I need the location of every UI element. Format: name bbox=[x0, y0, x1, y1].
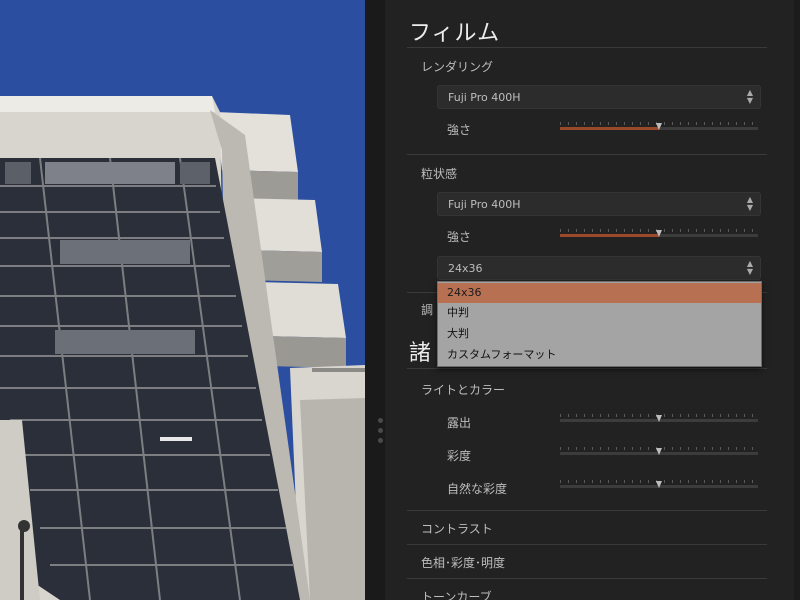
format-option-custom[interactable]: カスタムフォーマット bbox=[438, 345, 761, 365]
format-option-24x36[interactable]: 24x36 bbox=[438, 283, 761, 303]
grain-group-title[interactable]: 粒状感 bbox=[421, 165, 457, 182]
slider-thumb[interactable] bbox=[656, 481, 662, 488]
rendering-preset-value: Fuji Pro 400H bbox=[448, 91, 521, 104]
rendering-strength-label: 強さ bbox=[447, 123, 472, 137]
grain-preset-value: Fuji Pro 400H bbox=[448, 198, 521, 211]
grain-format-value: 24x36 bbox=[448, 262, 483, 275]
slider-fill bbox=[560, 234, 659, 237]
rendering-preset-select[interactable]: Fuji Pro 400H ▲ ▼ bbox=[437, 85, 761, 109]
select-arrows-icon: ▲ ▼ bbox=[746, 88, 754, 105]
rendering-group-title[interactable]: レンダリング bbox=[421, 58, 493, 75]
saturation-slider[interactable] bbox=[560, 447, 758, 461]
light-color-group-title[interactable]: ライトとカラー bbox=[421, 381, 505, 398]
film-section-title[interactable]: フィルム bbox=[409, 15, 500, 47]
hsl-group-title[interactable]: 色相･彩度･明度 bbox=[421, 554, 505, 571]
group-divider bbox=[407, 154, 767, 155]
building-photo bbox=[0, 0, 365, 600]
settings-section-title[interactable]: 諸 bbox=[409, 335, 431, 367]
select-arrows-icon: ▲ ▼ bbox=[746, 259, 754, 276]
group-divider bbox=[407, 510, 767, 511]
section-divider bbox=[407, 368, 767, 369]
panel-scrollbar[interactable] bbox=[794, 0, 800, 600]
group-divider bbox=[407, 578, 767, 579]
slider-thumb[interactable] bbox=[656, 415, 662, 422]
slider-fill bbox=[560, 127, 659, 130]
rendering-strength-slider[interactable] bbox=[560, 122, 758, 136]
exposure-label: 露出 bbox=[447, 416, 472, 430]
slider-thumb[interactable] bbox=[656, 123, 662, 130]
contrast-group-title[interactable]: コントラスト bbox=[421, 520, 493, 537]
vibrance-label: 自然な彩度 bbox=[447, 482, 508, 496]
pane-divider[interactable] bbox=[365, 0, 385, 600]
slider-thumb[interactable] bbox=[656, 448, 662, 455]
adjust-group-title[interactable]: 調 bbox=[421, 301, 433, 318]
vibrance-slider[interactable] bbox=[560, 480, 758, 494]
grain-preset-select[interactable]: Fuji Pro 400H ▲ ▼ bbox=[437, 192, 761, 216]
grain-format-select[interactable]: 24x36 ▲ ▼ bbox=[437, 256, 761, 280]
divider-grip-icon[interactable] bbox=[378, 428, 383, 433]
grain-strength-label: 強さ bbox=[447, 230, 472, 244]
exposure-slider[interactable] bbox=[560, 414, 758, 428]
grain-strength-slider[interactable] bbox=[560, 229, 758, 243]
select-arrows-icon: ▲ ▼ bbox=[746, 195, 754, 212]
divider-grip-icon[interactable] bbox=[378, 438, 383, 443]
format-option-medium[interactable]: 中判 bbox=[438, 303, 761, 323]
saturation-label: 彩度 bbox=[447, 449, 472, 463]
photo-preview bbox=[0, 0, 365, 600]
format-option-large[interactable]: 大判 bbox=[438, 324, 761, 344]
section-divider bbox=[407, 47, 767, 48]
format-dropdown-menu[interactable]: 24x36 中判 大判 カスタムフォーマット bbox=[437, 281, 762, 367]
divider-grip-icon[interactable] bbox=[378, 418, 383, 423]
tone-curve-group-title[interactable]: トーンカーブ bbox=[421, 588, 492, 600]
group-divider bbox=[407, 544, 767, 545]
slider-thumb[interactable] bbox=[656, 230, 662, 237]
